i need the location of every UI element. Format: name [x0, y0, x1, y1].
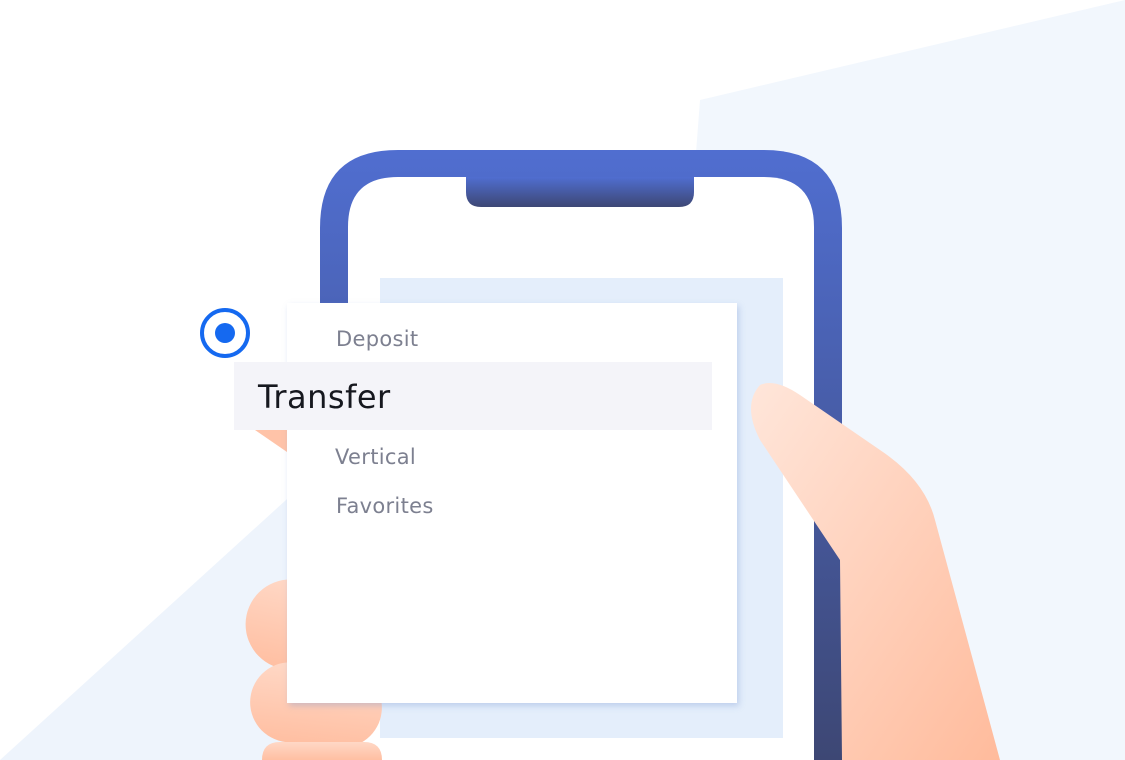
palm-edge	[255, 430, 287, 452]
menu-item-deposit[interactable]: Deposit	[336, 327, 418, 351]
radio-selected-icon[interactable]	[200, 308, 250, 358]
radio-dot	[215, 323, 235, 343]
menu-item-vertical[interactable]: Vertical	[335, 445, 416, 469]
finger	[262, 742, 382, 760]
menu-item-favorites[interactable]: Favorites	[336, 494, 434, 518]
menu-item-label: Transfer	[258, 378, 391, 416]
phone-notch	[466, 177, 694, 207]
menu-item-transfer[interactable]: Transfer	[234, 362, 712, 430]
